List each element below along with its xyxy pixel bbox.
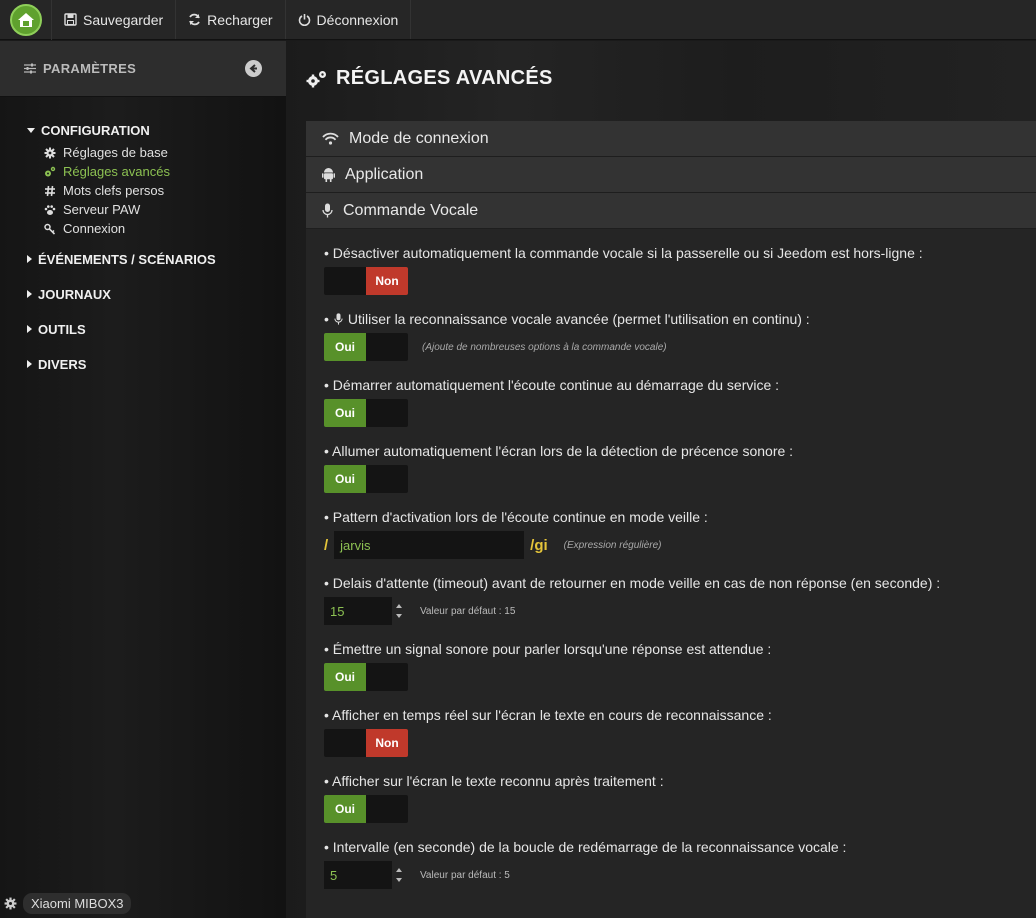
- toggle-state: Oui: [324, 795, 366, 823]
- timeout-stepper[interactable]: 15: [324, 597, 406, 625]
- option-realtime-text: • Afficher en temps réel sur l'écran le …: [324, 707, 1036, 757]
- toggle-state: Non: [366, 267, 408, 295]
- wifi-icon: [322, 132, 339, 145]
- chevron-up-icon: [396, 868, 402, 872]
- paw-icon: [44, 204, 56, 215]
- default-value-text: Valeur par défaut : 5: [420, 869, 510, 881]
- sidebar-header: PARAMÈTRES: [0, 41, 286, 97]
- toggle-state: Oui: [324, 399, 366, 427]
- sidebar: PARAMÈTRES CONFIGURATION Réglages de bas…: [0, 41, 286, 918]
- toggle-beep[interactable]: Oui: [324, 663, 408, 691]
- power-icon: [298, 14, 310, 26]
- option-timeout: • Delais d'attente (timeout) avant de re…: [324, 575, 1036, 625]
- toggle-state: Oui: [324, 465, 366, 493]
- toggle-realtime-text[interactable]: Non: [324, 729, 408, 757]
- regex-prefix: /: [324, 536, 329, 554]
- logout-label: Déconnexion: [316, 11, 399, 28]
- hint-text: (Ajoute de nombreuses options à la comma…: [422, 341, 667, 353]
- regex-suffix: /gi: [530, 536, 548, 554]
- nav-group-events[interactable]: ÉVÉNEMENTS / SCÉNARIOS: [27, 252, 286, 267]
- default-value-text: Valeur par défaut : 15: [420, 605, 516, 617]
- gear-icon: [4, 897, 17, 910]
- caret-right-icon: [27, 360, 32, 368]
- device-indicator[interactable]: Xiaomi MIBOX3: [4, 893, 132, 914]
- option-activation-pattern: • Pattern d'activation lors de l'écoute …: [324, 509, 1036, 559]
- sidebar-item-paw-server[interactable]: Serveur PAW: [44, 200, 286, 219]
- hint-text: (Expression régulière): [563, 539, 662, 551]
- floppy-icon: [64, 13, 77, 26]
- caret-right-icon: [27, 255, 32, 263]
- main-content: RÉGLAGES AVANCÉS Mode de connexion Appli…: [286, 41, 1036, 918]
- toggle-recognized-text[interactable]: Oui: [324, 795, 408, 823]
- page-title: RÉGLAGES AVANCÉS: [306, 67, 553, 90]
- section-connection-mode[interactable]: Mode de connexion: [306, 121, 1036, 157]
- toggle-state: Non: [366, 729, 408, 757]
- toggle-auto-disable-offline[interactable]: Non: [324, 267, 408, 295]
- hashtag-icon: [45, 185, 55, 196]
- caret-right-icon: [27, 325, 32, 333]
- option-recognized-text: • Afficher sur l'écran le texte reconnu …: [324, 773, 1036, 823]
- gear-icon: [44, 147, 56, 158]
- refresh-icon: [189, 13, 201, 26]
- sidebar-nav: CONFIGURATION Réglages de base Réglages …: [0, 97, 286, 372]
- save-label: Sauvegarder: [83, 11, 164, 28]
- reload-button[interactable]: Recharger: [176, 0, 286, 39]
- toggle-auto-start-listening[interactable]: Oui: [324, 399, 408, 427]
- save-button[interactable]: Sauvegarder: [52, 0, 177, 39]
- top-bar: Sauvegarder Recharger Déconnexion: [0, 0, 1036, 40]
- microphone-icon: [322, 203, 333, 218]
- activation-pattern-input[interactable]: jarvis: [334, 531, 525, 559]
- gears-icon: [306, 70, 326, 87]
- chevron-down-icon: [396, 614, 402, 618]
- option-wake-screen: • Allumer automatiquement l'écran lors d…: [324, 443, 1036, 493]
- option-advanced-recognition: • Utiliser la reconnaissance vocale avan…: [324, 311, 1036, 361]
- sidebar-item-connection[interactable]: Connexion: [44, 219, 286, 238]
- chevron-up-icon: [396, 604, 402, 608]
- sidebar-item-basic-settings[interactable]: Réglages de base: [44, 143, 286, 162]
- sidebar-item-custom-keywords[interactable]: Mots clefs persos: [44, 181, 286, 200]
- key-icon: [44, 223, 56, 235]
- chevron-down-icon: [396, 878, 402, 882]
- sidebar-item-advanced-settings[interactable]: Réglages avancés: [44, 162, 286, 181]
- nav-group-logs[interactable]: JOURNAUX: [27, 287, 286, 302]
- timeout-input[interactable]: 15: [324, 597, 392, 625]
- stepper-arrows[interactable]: [392, 861, 406, 889]
- toggle-wake-screen[interactable]: Oui: [324, 465, 408, 493]
- caret-down-icon: [27, 127, 35, 133]
- option-restart-interval: • Intervalle (en seconde) de la boucle d…: [324, 839, 1036, 889]
- toggle-state: Oui: [324, 333, 366, 361]
- caret-right-icon: [27, 290, 32, 298]
- section-application[interactable]: Application: [306, 157, 1036, 193]
- toggle-state: Oui: [324, 663, 366, 691]
- section-voice-command[interactable]: Commande Vocale: [306, 193, 1036, 229]
- logout-button[interactable]: Déconnexion: [286, 0, 412, 39]
- nav-group-configuration[interactable]: CONFIGURATION: [27, 123, 286, 138]
- toggle-advanced-recognition[interactable]: Oui: [324, 333, 408, 361]
- device-name: Xiaomi MIBOX3: [23, 893, 132, 914]
- configuration-subnav: Réglages de base Réglages avancés Mots c…: [27, 143, 286, 238]
- option-beep: • Émettre un signal sonore pour parler l…: [324, 641, 1036, 691]
- microphone-icon: [334, 313, 343, 325]
- home-logo[interactable]: [0, 0, 52, 40]
- arrow-left-icon: [249, 64, 257, 73]
- gears-icon: [45, 166, 56, 176]
- sidebar-title: PARAMÈTRES: [43, 61, 137, 76]
- settings-accordion: Mode de connexion Application Commande V…: [306, 121, 1036, 918]
- interval-stepper[interactable]: 5: [324, 861, 406, 889]
- android-icon: [322, 168, 335, 182]
- nav-group-misc[interactable]: DIVERS: [27, 357, 286, 372]
- interval-input[interactable]: 5: [324, 861, 392, 889]
- option-auto-start-listening: • Démarrer automatiquement l'écoute cont…: [324, 377, 1036, 427]
- option-auto-disable-offline: • Désactiver automatiquement la commande…: [324, 245, 1036, 295]
- nav-group-tools[interactable]: OUTILS: [27, 322, 286, 337]
- stepper-arrows[interactable]: [392, 597, 406, 625]
- collapse-sidebar-button[interactable]: [245, 60, 262, 77]
- home-icon: [9, 4, 42, 36]
- voice-command-panel: • Désactiver automatiquement la commande…: [306, 229, 1036, 918]
- sliders-icon: [24, 63, 36, 74]
- reload-label: Recharger: [207, 11, 273, 28]
